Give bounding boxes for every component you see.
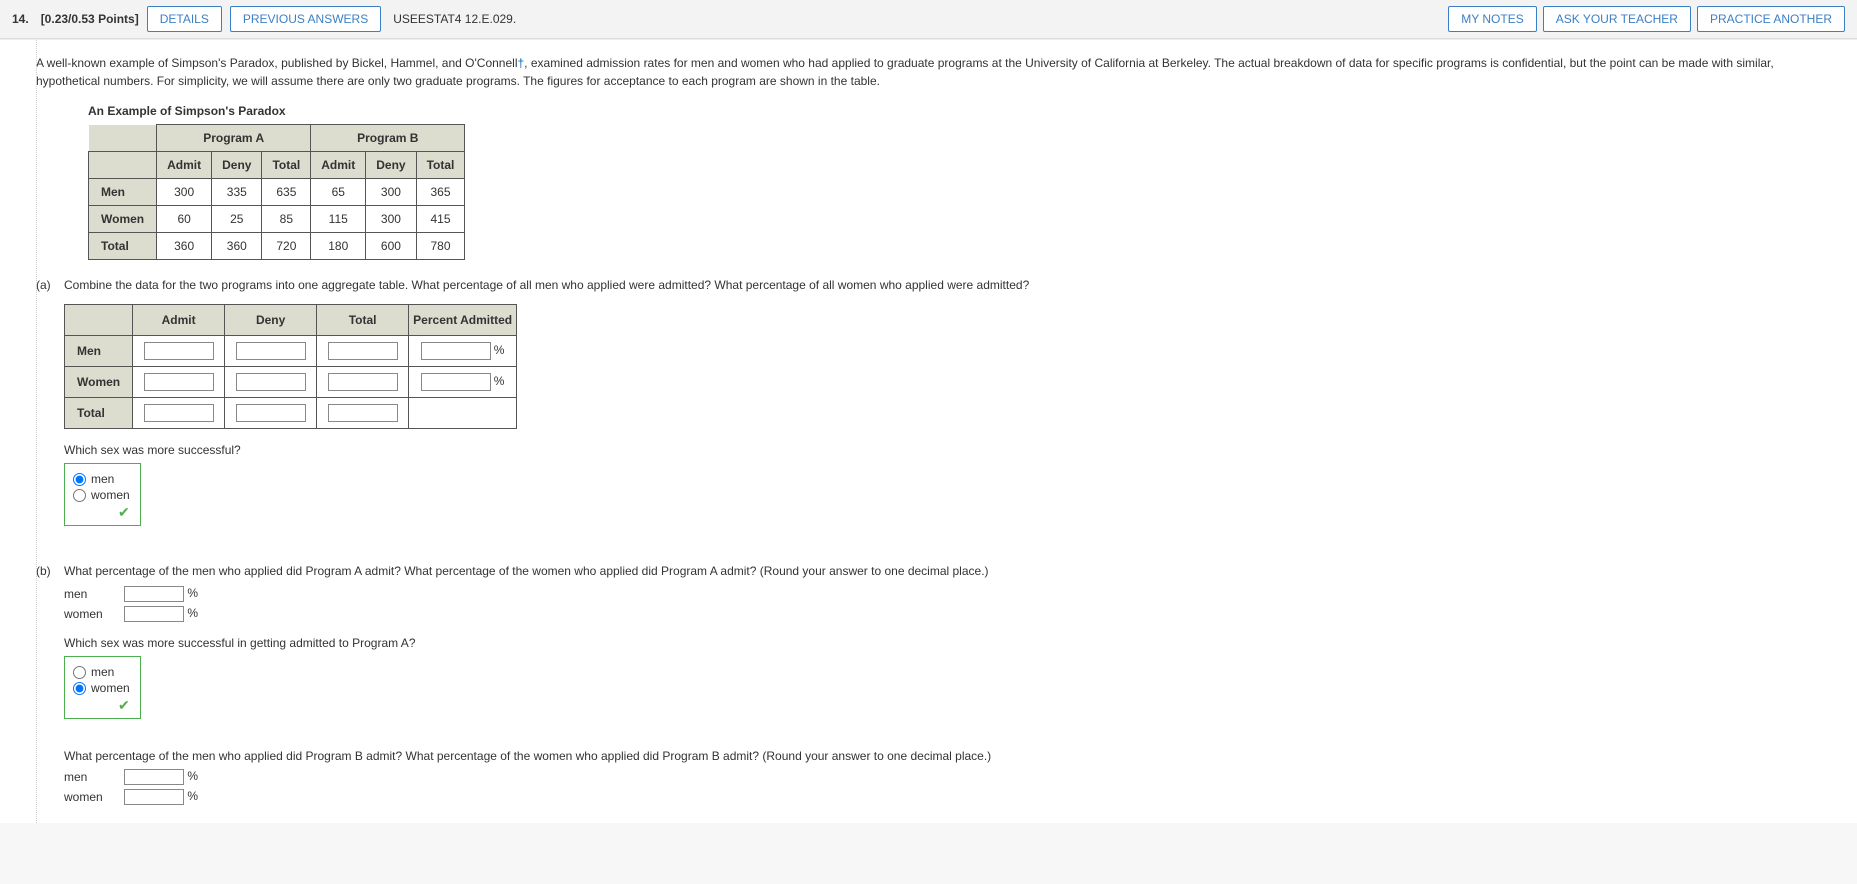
radio-men-a[interactable]	[73, 473, 86, 486]
total-total-input[interactable]	[328, 404, 398, 422]
part-b-text2: What percentage of the men who applied d…	[64, 749, 1821, 763]
part-b-subquestion: Which sex was more successful in getting…	[64, 636, 1821, 650]
question-number: 14.	[12, 12, 29, 26]
women-admit-input[interactable]	[144, 373, 214, 391]
women-pct-input[interactable]	[421, 373, 491, 391]
b-women-input[interactable]	[124, 606, 184, 622]
total-admit-input[interactable]	[144, 404, 214, 422]
previous-answers-button[interactable]: PREVIOUS ANSWERS	[230, 6, 381, 32]
b2-women-input[interactable]	[124, 789, 184, 805]
part-b-radio-group: men women ✔	[64, 656, 141, 719]
ask-teacher-button[interactable]: ASK YOUR TEACHER	[1543, 6, 1691, 32]
part-b-label: (b)	[36, 564, 64, 578]
table-row: Women %	[65, 367, 517, 398]
points-label: [0.23/0.53 Points]	[41, 12, 139, 26]
part-a-radio-group: men women ✔	[64, 463, 141, 526]
total-deny-input[interactable]	[236, 404, 306, 422]
simpsons-paradox-table: Program A Program B AdmitDenyTotal Admit…	[88, 124, 465, 260]
radio-women-b[interactable]	[73, 682, 86, 695]
part-a-label: (a)	[36, 278, 64, 292]
part-a-text: Combine the data for the two programs in…	[64, 278, 1821, 292]
table-row: Total 360360720 180600780	[89, 233, 465, 260]
my-notes-button[interactable]: MY NOTES	[1448, 6, 1536, 32]
details-button[interactable]: DETAILS	[147, 6, 222, 32]
part-a-subquestion: Which sex was more successful?	[64, 443, 1821, 457]
women-total-input[interactable]	[328, 373, 398, 391]
checkmark-icon: ✔	[73, 697, 130, 714]
part-b-text: What percentage of the men who applied d…	[64, 564, 1821, 578]
table-title: An Example of Simpson's Paradox	[88, 104, 1821, 118]
b-men-input[interactable]	[124, 586, 184, 602]
radio-women-a[interactable]	[73, 489, 86, 502]
men-admit-input[interactable]	[144, 342, 214, 360]
table-row: Men 300335635 65300365	[89, 179, 465, 206]
b2-men-input[interactable]	[124, 769, 184, 785]
table-row: Total	[65, 398, 517, 429]
intro-text: A well-known example of Simpson's Parado…	[36, 54, 1821, 90]
radio-men-b[interactable]	[73, 666, 86, 679]
women-deny-input[interactable]	[236, 373, 306, 391]
table-row: Men %	[65, 336, 517, 367]
men-pct-input[interactable]	[421, 342, 491, 360]
checkmark-icon: ✔	[73, 504, 130, 521]
men-total-input[interactable]	[328, 342, 398, 360]
practice-another-button[interactable]: PRACTICE ANOTHER	[1697, 6, 1845, 32]
question-reference: USEESTAT4 12.E.029.	[393, 12, 516, 26]
question-header: 14. [0.23/0.53 Points] DETAILS PREVIOUS …	[0, 0, 1857, 39]
aggregate-table: Admit Deny Total Percent Admitted Men % …	[64, 304, 517, 429]
table-row: Women 602585 115300415	[89, 206, 465, 233]
men-deny-input[interactable]	[236, 342, 306, 360]
